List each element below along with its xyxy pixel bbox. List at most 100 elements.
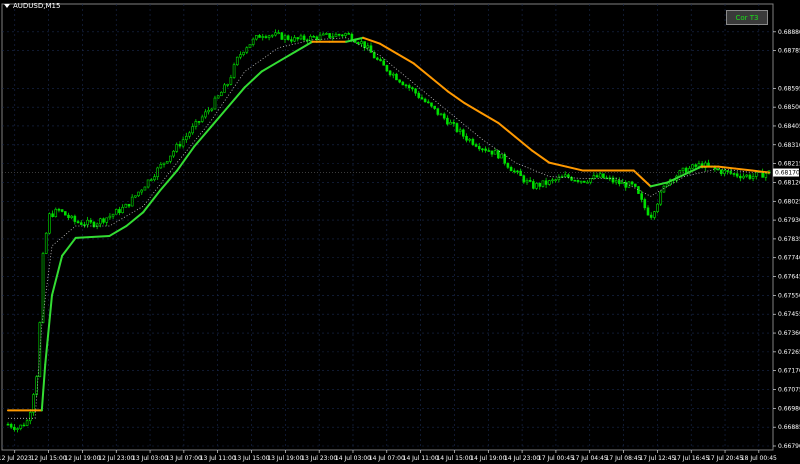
candle-body xyxy=(563,174,567,177)
t3-line-segment xyxy=(514,135,534,152)
candle-body xyxy=(172,151,175,157)
candle-body xyxy=(162,162,166,165)
candle-body xyxy=(430,102,433,107)
candle-body xyxy=(79,222,83,225)
candle-body xyxy=(220,92,223,97)
t3-line-segment xyxy=(176,145,196,172)
candle-body xyxy=(235,56,239,66)
candle-body xyxy=(124,203,128,208)
candle-body xyxy=(270,34,274,37)
candle-body xyxy=(427,101,430,104)
t3-line-segment xyxy=(260,60,280,73)
t3-line-segment xyxy=(193,125,212,148)
symbol-label: AUDUSD,M15 xyxy=(4,2,60,10)
t3-line-segment xyxy=(395,52,415,65)
candle-body xyxy=(487,150,491,152)
candle-body xyxy=(525,180,529,183)
x-tick-label: 14 Jul 11:00 xyxy=(403,455,439,462)
x-tick-label: 14 Jul 23:00 xyxy=(504,455,540,462)
candle-body xyxy=(321,33,325,36)
candle-body xyxy=(76,221,80,223)
candle-body xyxy=(503,154,507,164)
candle-body xyxy=(60,209,64,212)
candle-body xyxy=(532,181,535,189)
symbol-text: AUDUSD,M15 xyxy=(13,2,61,10)
candle-body xyxy=(149,179,153,182)
candle-body xyxy=(649,214,653,218)
t3-line-segment xyxy=(717,165,737,170)
candle-body xyxy=(331,36,335,38)
y-tick-label: 0.68120 xyxy=(778,179,800,186)
candle-body xyxy=(251,38,255,45)
candle-body xyxy=(86,219,89,225)
candle-body xyxy=(194,121,198,127)
chart-area[interactable]: 0.68880 0.68785 0.68595 0.68500 0.68405 0.683… xyxy=(0,0,800,464)
candle-body xyxy=(646,207,650,216)
candle-body xyxy=(105,217,109,223)
candle-body xyxy=(653,211,656,218)
x-tick-label: 14 Jul 19:00 xyxy=(470,455,506,462)
x-tick-label: 17 Jul 16:45 xyxy=(673,455,709,462)
t3-line-segment xyxy=(50,254,64,297)
t3-line-segment xyxy=(531,149,551,164)
candle-body xyxy=(204,111,207,118)
candle-body xyxy=(618,180,621,185)
t3-line-segment xyxy=(226,86,246,109)
candle-body xyxy=(223,84,226,93)
dropdown-triangle-icon[interactable] xyxy=(4,4,10,8)
candle-body xyxy=(500,154,503,159)
y-tick-label: 0.68215 xyxy=(778,161,800,168)
y-tick-label: 0.67550 xyxy=(778,292,800,299)
y-tick-label: 0.67645 xyxy=(778,274,800,281)
y-tick-label: 0.68310 xyxy=(778,142,800,149)
candle-body xyxy=(242,51,245,55)
x-tick-label: 14 Jul 07:00 xyxy=(369,455,405,462)
candle-body xyxy=(723,170,726,175)
candle-body xyxy=(16,428,19,430)
candle-body xyxy=(185,135,188,141)
candle-body xyxy=(178,144,182,147)
candle-body xyxy=(621,182,624,185)
t3-line-segment xyxy=(277,50,297,63)
candle-body xyxy=(662,185,666,193)
candle-body xyxy=(414,88,417,94)
candle-body xyxy=(207,109,210,113)
candle-body xyxy=(379,59,382,62)
y-tick-label: 0.66885 xyxy=(778,424,800,431)
candle-body xyxy=(283,35,287,40)
candle-body xyxy=(417,92,421,98)
candle-body xyxy=(134,195,137,198)
candle-body xyxy=(73,215,77,222)
candle-body xyxy=(245,47,249,53)
candle-body xyxy=(395,73,398,81)
t3-line-segment xyxy=(125,211,145,228)
candle-body xyxy=(57,208,61,211)
candle-body xyxy=(595,175,599,178)
y-tick-label: 0.67455 xyxy=(778,311,800,318)
indicator-button[interactable]: Cor T3 xyxy=(726,10,768,25)
candle-body xyxy=(356,42,360,45)
candle-body xyxy=(347,33,350,35)
candle-body xyxy=(589,178,592,183)
candle-body xyxy=(290,39,293,42)
candle-body xyxy=(633,183,637,187)
candle-body xyxy=(665,183,669,187)
y-tick-label: 0.68595 xyxy=(778,85,800,92)
candle-body xyxy=(557,176,561,181)
candle-body xyxy=(226,84,230,86)
candle-body xyxy=(719,169,723,175)
x-tick-label: 17 Jul 00:45 xyxy=(538,455,574,462)
candle-body xyxy=(528,180,532,182)
candle-body xyxy=(70,215,73,218)
candle-body xyxy=(462,129,465,137)
candle-body xyxy=(360,41,363,45)
candle-body xyxy=(337,33,341,36)
candle-body xyxy=(748,174,752,179)
price-chart[interactable]: 0.68880 0.68785 0.68595 0.68500 0.68405 0.683… xyxy=(0,0,800,464)
candle-body xyxy=(643,199,647,209)
candle-body xyxy=(363,41,366,49)
t3-line-segment xyxy=(751,169,770,174)
candle-body xyxy=(83,224,86,226)
candle-body xyxy=(114,209,118,215)
candle-body xyxy=(455,123,459,132)
